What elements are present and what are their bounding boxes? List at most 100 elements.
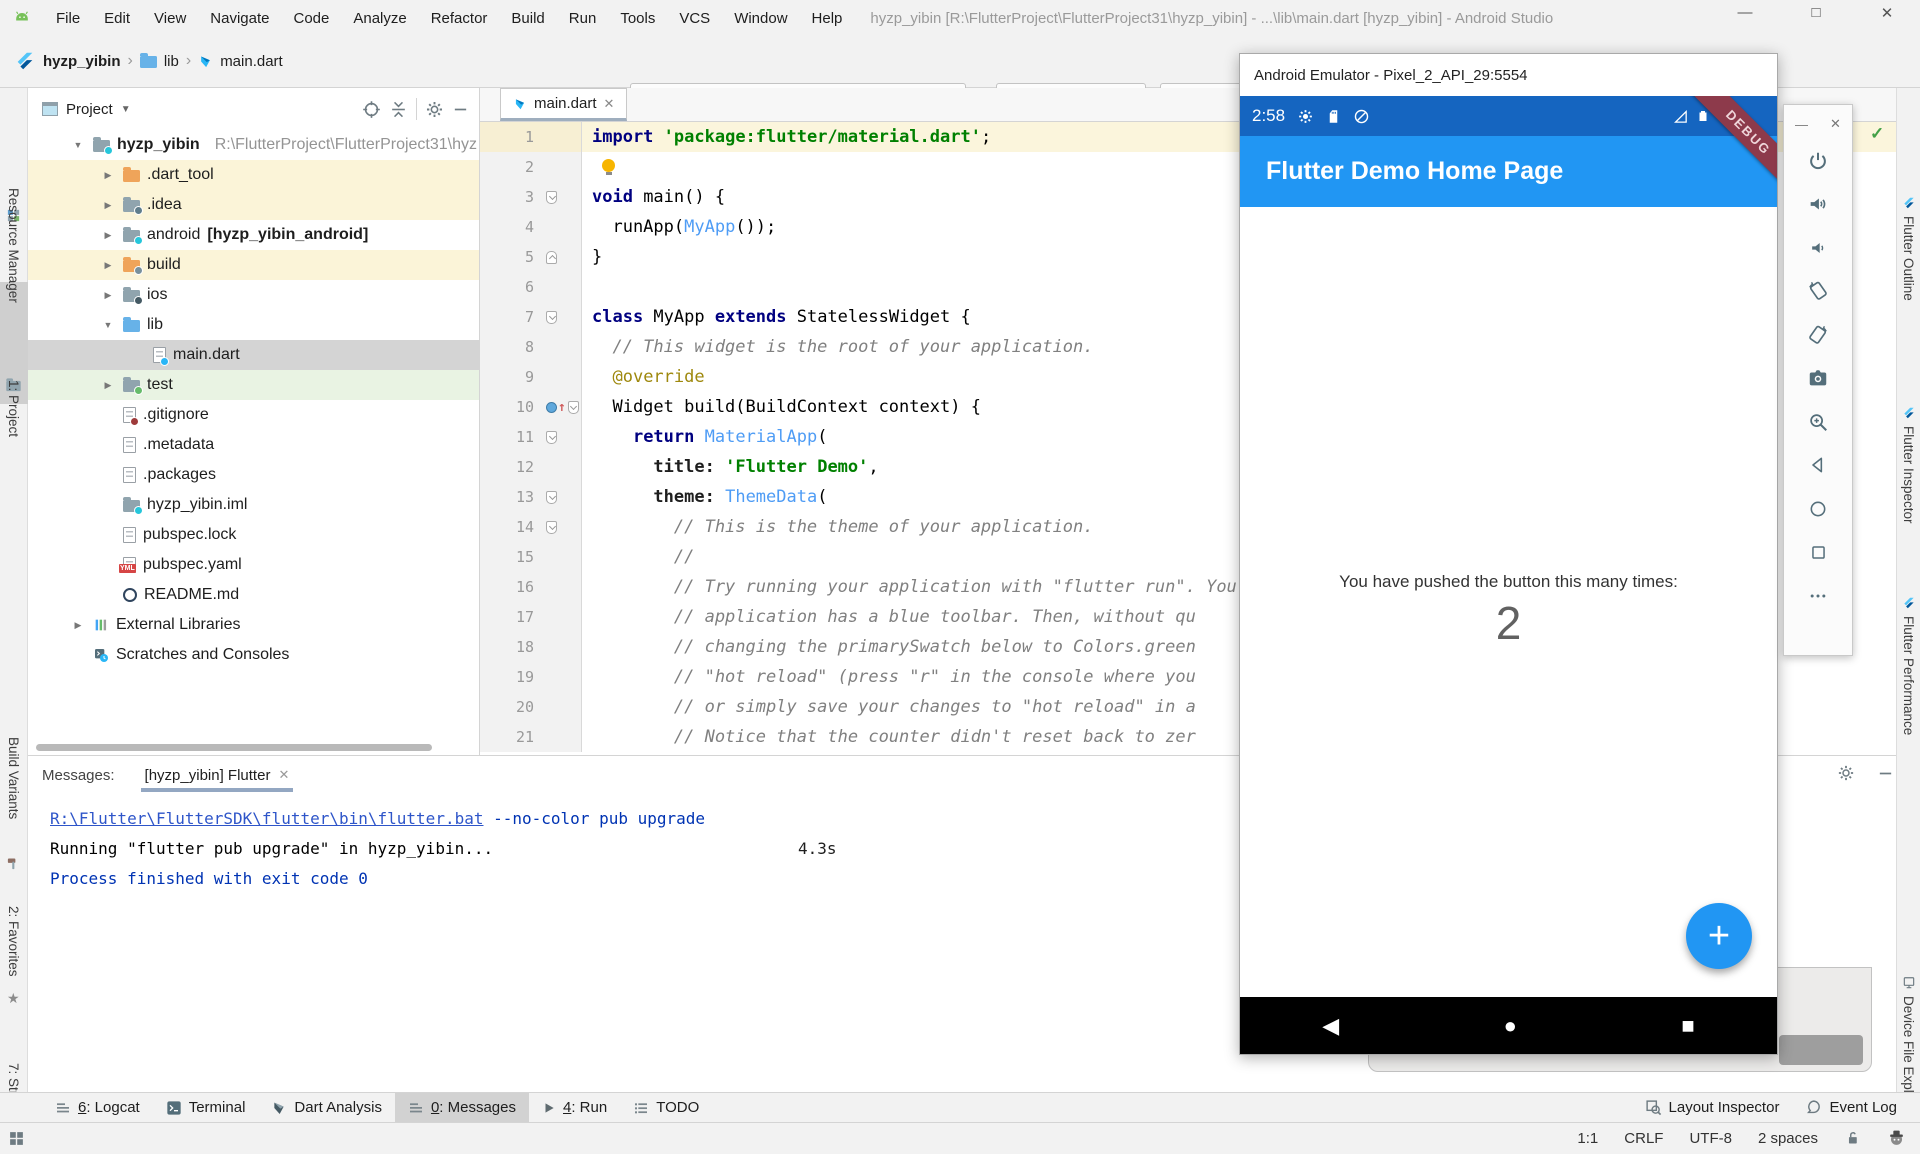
locate-file-icon[interactable] [362,100,381,119]
tree-collapse-arrow-icon[interactable]: ▶ [100,170,116,181]
tree-row--gitignore[interactable]: .gitignore [28,400,479,430]
fold-marker-icon[interactable] [568,401,579,414]
menu-item-view[interactable]: View [144,6,196,31]
emulator-more-button[interactable] [1807,574,1829,618]
tree-row-android[interactable]: ▶android [hyzp_yibin_android] [28,220,479,250]
menu-item-build[interactable]: Build [501,6,554,31]
highlight-level-icon[interactable] [1887,1129,1906,1148]
sidebar-item-build-variants[interactable]: Build Variants [6,737,21,819]
lock-open-icon[interactable] [1844,1130,1861,1147]
tree-collapse-arrow-icon[interactable]: ▶ [100,260,116,271]
minimize-button[interactable]: — [1730,4,1760,21]
menu-item-analyze[interactable]: Analyze [343,6,416,31]
rail-minimize-icon[interactable]: — [1795,117,1808,132]
toolwindow-button-todo[interactable]: TODO [620,1093,712,1122]
breadcrumb-lib[interactable]: lib [164,53,179,70]
tree-row-main-dart[interactable]: main.dart [28,340,479,370]
toolwindow-button-4-run[interactable]: 4: Run [529,1093,620,1122]
increment-fab-button[interactable]: + [1686,903,1752,969]
close-button[interactable]: ✕ [1872,4,1902,22]
status-crlf[interactable]: CRLF [1624,1130,1663,1147]
scrollbar-thumb[interactable] [1779,1035,1863,1065]
tree-row-hyzp-yibin[interactable]: ▼hyzp_yibinR:\FlutterProject\FlutterProj… [28,130,479,160]
tree-row-readme-md[interactable]: README.md [28,580,479,610]
menu-item-refactor[interactable]: Refactor [421,6,498,31]
favorites-star-icon[interactable]: ★ [7,990,20,1007]
emulator-screenshot-button[interactable] [1807,357,1829,401]
project-view-selector[interactable]: Project [66,101,113,118]
tree-row-scratches-and-consoles[interactable]: Scratches and Consoles [28,640,479,670]
breadcrumb-file[interactable]: main.dart [220,53,283,70]
tree-row-hyzp-yibin-iml[interactable]: hyzp_yibin.iml [28,490,479,520]
fold-marker-icon[interactable] [546,191,557,204]
status-utf-8[interactable]: UTF-8 [1689,1130,1732,1147]
menu-item-vcs[interactable]: VCS [669,6,720,31]
tree-row-external-libraries[interactable]: ▶External Libraries [28,610,479,640]
emulator-volume-down-button[interactable] [1807,226,1829,270]
emulator-rotate-right-button[interactable] [1807,313,1829,357]
nav-overview-button[interactable]: ■ [1681,1013,1694,1039]
emulator-overview-nav-button[interactable] [1807,531,1829,575]
toolwindow-button-event-log[interactable]: Event Log [1792,1093,1910,1122]
toolwindow-button-terminal[interactable]: Terminal [153,1093,259,1122]
sidebar-item--project[interactable]: 1: Project [6,380,21,437]
toolwindow-button-dart-analysis[interactable]: Dart Analysis [258,1093,395,1122]
menu-item-edit[interactable]: Edit [94,6,140,31]
emulator-rotate-left-button[interactable] [1807,270,1829,314]
collapse-all-icon[interactable] [389,100,408,119]
tree-collapse-arrow-icon[interactable]: ▶ [100,380,116,391]
close-tab-icon[interactable]: ✕ [278,767,289,783]
tree-collapse-arrow-icon[interactable]: ▶ [100,200,116,211]
tree-collapse-arrow-icon[interactable]: ▶ [100,230,116,241]
sidebar-item-flutter-outline[interactable]: Flutter Outline [1897,196,1920,301]
sidebar-item-resource-manager[interactable]: Resource Manager [6,188,21,303]
horizontal-scrollbar[interactable] [36,744,432,751]
emulator-screen[interactable]: 2:58 Flutter Demo Home Page DEBUG [1240,96,1777,1054]
tree-expanded-arrow-icon[interactable]: ▼ [100,320,116,330]
console-link[interactable]: R:\Flutter\FlutterSDK\flutter\bin\flutte… [50,809,483,828]
tree-row--packages[interactable]: .packages [28,460,479,490]
tree-row--metadata[interactable]: .metadata [28,430,479,460]
toolwindow-button-6-logcat[interactable]: 6: Logcat [42,1093,153,1122]
emulator-home-nav-button[interactable] [1807,487,1829,531]
tree-row-ios[interactable]: ▶ios [28,280,479,310]
build-hammer-icon[interactable] [6,856,21,871]
tree-row-test[interactable]: ▶test [28,370,479,400]
tree-row-lib[interactable]: ▼lib [28,310,479,340]
fold-marker-icon[interactable] [546,521,557,534]
toolwindow-button-layout-inspector[interactable]: Layout Inspector [1632,1093,1793,1122]
tree-row--idea[interactable]: ▶.idea [28,190,479,220]
sidebar-item-flutter-performance[interactable]: Flutter Performance [1897,596,1920,735]
tool-window-switcher-icon[interactable] [8,1130,25,1147]
sidebar-item--favorites[interactable]: 2: Favorites [6,906,21,977]
nav-home-button[interactable]: ● [1504,1013,1517,1039]
intention-bulb-icon[interactable] [602,159,615,172]
tree-row-pubspec-lock[interactable]: pubspec.lock [28,520,479,550]
menu-item-help[interactable]: Help [802,6,853,31]
menu-item-tools[interactable]: Tools [610,6,665,31]
emulator-zoom-button[interactable] [1807,400,1829,444]
maximize-button[interactable]: □ [1801,4,1831,21]
settings-gear-icon[interactable] [425,100,444,119]
menu-item-navigate[interactable]: Navigate [200,6,279,31]
toolwindow-button-0-messages[interactable]: 0: Messages [395,1093,529,1122]
close-tab-icon[interactable]: ✕ [604,96,615,112]
console-settings-gear-icon[interactable] [1837,764,1855,782]
tree-row--dart-tool[interactable]: ▶.dart_tool [28,160,479,190]
sidebar-item-flutter-inspector[interactable]: Flutter Inspector [1897,406,1920,524]
emulator-power-button[interactable] [1807,139,1829,183]
tree-expanded-arrow-icon[interactable]: ▼ [70,140,86,150]
override-marker-icon[interactable]: ↑ [546,402,566,413]
hide-panel-icon[interactable] [452,101,469,118]
nav-back-button[interactable]: ◀ [1322,1013,1339,1039]
fold-marker-icon[interactable] [546,491,557,504]
tree-collapse-arrow-icon[interactable]: ▶ [70,620,86,631]
fold-marker-icon[interactable] [546,431,557,444]
tab-main-dart[interactable]: main.dart ✕ [500,88,627,121]
rail-close-icon[interactable]: ✕ [1830,116,1841,132]
emulator-volume-up-button[interactable] [1807,183,1829,227]
hide-tool-window-icon[interactable] [1877,765,1894,782]
menu-item-window[interactable]: Window [724,6,797,31]
fold-end-marker-icon[interactable] [546,251,557,264]
status-2-spaces[interactable]: 2 spaces [1758,1130,1818,1147]
